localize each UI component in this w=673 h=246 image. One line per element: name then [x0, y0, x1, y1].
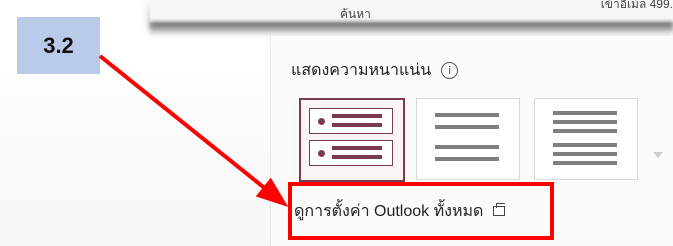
annotation-arrow	[98, 54, 289, 208]
annotation-arrow-line	[98, 54, 289, 208]
